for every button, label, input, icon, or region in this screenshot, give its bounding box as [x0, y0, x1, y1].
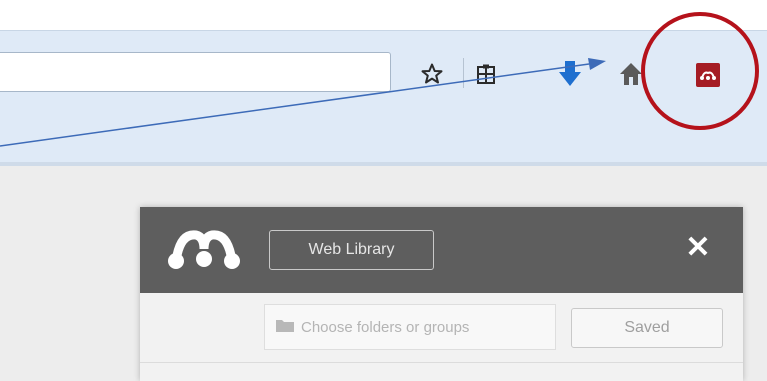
address-bar[interactable]: [0, 52, 391, 92]
saved-button[interactable]: Saved: [571, 308, 723, 348]
star-icon[interactable]: [418, 60, 446, 88]
highlight-circle: [641, 12, 759, 130]
close-icon[interactable]: ✕: [683, 233, 713, 263]
mendeley-popup: Web Library ✕ Choose folders or groups S…: [140, 207, 743, 381]
popup-divider: [140, 362, 743, 363]
web-library-button[interactable]: Web Library: [269, 230, 434, 270]
folder-icon: [275, 317, 295, 337]
folder-group-chooser[interactable]: Choose folders or groups: [264, 304, 556, 350]
mendeley-logo: [166, 223, 242, 276]
toolbar-separator: [463, 58, 464, 88]
clipboard-icon[interactable]: [472, 60, 500, 88]
download-icon[interactable]: [556, 60, 584, 88]
folder-chooser-placeholder: Choose folders or groups: [301, 318, 470, 336]
popup-header: Web Library ✕: [140, 207, 743, 293]
